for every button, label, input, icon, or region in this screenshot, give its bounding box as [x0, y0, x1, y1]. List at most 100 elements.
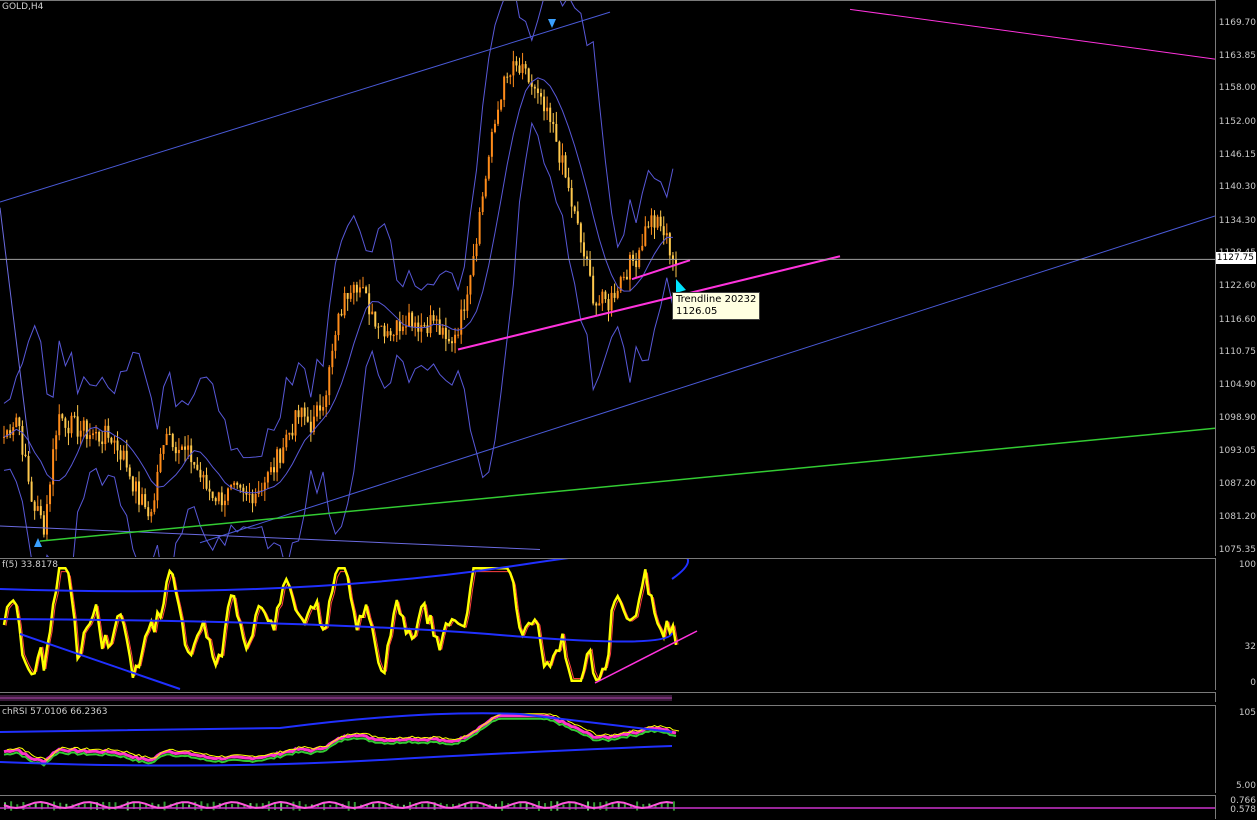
rsi-pane[interactable]: chRSI 57.0106 66.2363: [0, 705, 1215, 794]
candle-body: [116, 440, 119, 451]
candle-body: [552, 121, 555, 124]
candle-body: [567, 177, 570, 188]
candle-body: [671, 255, 674, 260]
sell-arrow-icon: [548, 19, 556, 28]
candle-body: [610, 292, 613, 311]
candle-body: [79, 430, 82, 437]
candle-body: [177, 449, 180, 454]
candle-body: [564, 155, 567, 178]
candle-body: [334, 335, 337, 351]
green-trendline: [39, 427, 1215, 542]
candle-body: [254, 493, 257, 504]
bottom-axis: 0.766 0.578: [1215, 795, 1257, 819]
candle-body: [119, 450, 122, 460]
candle-body: [656, 216, 659, 228]
candle-body: [358, 287, 361, 293]
candle-body: [570, 187, 573, 207]
candle-body: [91, 433, 94, 436]
candle-body: [521, 64, 524, 73]
candle-body: [233, 482, 236, 486]
magenta-short-trendline: [631, 259, 691, 281]
stoch-upper-band: [0, 559, 689, 593]
candle-body: [199, 469, 202, 478]
bottom-indicator-pane[interactable]: [0, 795, 1215, 820]
candle-body: [27, 455, 30, 482]
main-chart-svg: [0, 1, 1215, 557]
histogram-bar: [286, 804, 289, 808]
histogram-bar: [476, 804, 479, 808]
candle-body: [279, 449, 282, 463]
candle-body: [607, 299, 610, 311]
candle-body: [641, 245, 644, 251]
candle-body: [49, 484, 52, 505]
candle-body: [202, 474, 205, 478]
candle-body: [306, 416, 309, 422]
candle-body: [122, 450, 125, 460]
rsi-level-bottom: 5.00: [1235, 781, 1256, 791]
price-label: 1104.90: [1218, 379, 1256, 390]
candle-body: [21, 426, 24, 455]
main-price-pane[interactable]: GOLD,H4 Trendline 20232 1126.05: [0, 0, 1215, 557]
price-label: 1146.15: [1218, 149, 1256, 160]
candle-body: [500, 99, 503, 110]
stochastic-svg: [0, 559, 698, 690]
tooltip-line2: 1126.05: [676, 306, 718, 317]
candle-body: [576, 211, 579, 224]
histogram-bar: [10, 801, 13, 811]
candle-body: [58, 414, 61, 436]
candle-body: [217, 492, 220, 502]
histogram-bar: [188, 804, 191, 808]
candle-body: [401, 326, 404, 332]
candle-body: [457, 334, 460, 336]
magenta-support-trendline: [457, 255, 841, 351]
candle-body: [377, 326, 380, 328]
main-price-axis[interactable]: 1169.70 1163.85 1158.00 1152.00 1146.15 1140.…: [1215, 0, 1257, 556]
price-label: 1140.30: [1218, 182, 1256, 193]
rsi-main-line: [3, 714, 677, 765]
candle-body: [294, 410, 297, 436]
candle-body: [349, 292, 352, 299]
candle-body: [187, 445, 190, 450]
candle-body: [444, 327, 447, 339]
candle-body: [395, 320, 398, 336]
candle-body: [524, 64, 527, 69]
candle-body: [558, 141, 561, 163]
candle-body: [650, 215, 653, 227]
candle-body: [374, 311, 377, 327]
candle-body: [239, 484, 242, 488]
candle-body: [411, 312, 414, 328]
candle-body: [331, 350, 334, 368]
candle-body: [668, 233, 671, 256]
candle-body: [503, 76, 506, 100]
candle-body: [536, 88, 539, 94]
buy-arrow-icon: [34, 538, 42, 547]
candle-body: [506, 76, 509, 78]
rsi-svg: [0, 712, 680, 767]
price-label: 1075.35: [1218, 545, 1256, 555]
candle-body: [343, 292, 346, 316]
candle-body: [64, 418, 67, 428]
candle-body: [561, 155, 564, 163]
price-label: 1110.75: [1218, 347, 1256, 358]
price-label: 1152.00: [1218, 116, 1256, 127]
candle-body: [113, 440, 116, 443]
candle-body: [24, 454, 27, 456]
price-label: 1116.60: [1218, 314, 1256, 325]
rsi-level-top: 105: [1238, 708, 1256, 718]
candle-body: [196, 464, 199, 470]
candle-body: [340, 313, 343, 316]
candle-body: [460, 309, 463, 335]
candle-body: [42, 515, 45, 535]
candle-body: [30, 481, 33, 502]
candle-body: [134, 481, 137, 492]
price-label: 1158.00: [1218, 83, 1256, 94]
candle-body: [319, 405, 322, 411]
stochastic-pane[interactable]: f(5) 33.8178: [0, 558, 1215, 691]
thin-strip-svg: [0, 695, 672, 701]
candle-body: [546, 107, 549, 112]
rsi-axis: 105 5.00: [1215, 705, 1257, 793]
candle-body: [110, 437, 113, 443]
candle-body: [429, 315, 432, 334]
candle-body: [236, 482, 239, 485]
thin-indicator-pane[interactable]: [0, 692, 1215, 703]
